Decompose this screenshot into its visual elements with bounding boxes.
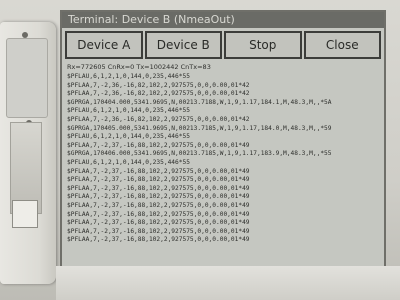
close-button[interactable]: Close xyxy=(303,31,381,59)
log-line: $PFLAA,7,-2,36,-16,82,102,2,927575,0,0,0… xyxy=(67,115,250,123)
log-line: $GPRGA,170405.000,5341.9695,N,00213.7185… xyxy=(67,124,332,132)
log-line: $PFLAA,7,-2,37,-16,88,102,2,927575,0,0,0… xyxy=(67,201,250,209)
log-line: $PFLAA,7,-2,37,-16,88,102,2,927575,0,0,0… xyxy=(67,227,250,235)
log-line: $GPRGA,170406.000,5341.9695,N,00213.7185… xyxy=(67,150,332,158)
log-line: $PFLAA,7,-2,37,-16,88,102,2,927575,0,0,0… xyxy=(67,176,250,184)
nmea-log[interactable]: $PFLAU,6,1,2,1,0,144,0,235,446*55 $PFLAA,… xyxy=(62,73,384,245)
log-line: $PFLAA,7,-2,36,-16,82,102,2,927575,0,0,0… xyxy=(67,81,250,89)
traffic-counters: Rx=772605 CnRx=0 Tx=1002442 CnTx=83 xyxy=(67,63,211,71)
log-line: $PFLAU,6,1,2,1,0,144,0,235,446*55 xyxy=(67,133,190,141)
device-housing-top xyxy=(6,38,48,118)
device-frame-bottom xyxy=(56,266,400,300)
log-line: $PFLAU,6,1,2,1,0,144,0,235,446*55 xyxy=(67,107,190,115)
log-line: $PFLAA,7,-2,37,-16,88,102,2,927575,0,0,0… xyxy=(67,236,250,244)
toolbar: Device A Device B Stop Close xyxy=(62,28,384,59)
log-line: $PFLAA,7,-2,37,-16,88,102,2,927575,0,0,0… xyxy=(67,167,250,175)
log-line: $PFLAU,6,1,2,1,0,144,0,235,446*55 xyxy=(67,73,190,80)
log-line: $GPRGA,170404.000,5341.9695,N,00213.7188… xyxy=(67,98,332,106)
log-line: $PFLAA,7,-2,37,-16,88,102,2,927575,0,0,0… xyxy=(67,219,250,227)
device-screw xyxy=(22,32,28,38)
terminal-screen: Terminal: Device B (NmeaOut) Device A De… xyxy=(60,10,386,269)
stop-button[interactable]: Stop xyxy=(224,31,302,59)
window-title: Terminal: Device B (NmeaOut) xyxy=(62,12,384,28)
log-line: $PFLAU,6,1,2,1,0,144,0,235,446*55 xyxy=(67,158,190,166)
log-line: $PFLAA,7,-2,37,-16,88,102,2,927575,0,0,0… xyxy=(67,141,250,149)
log-line: $PFLAA,7,-2,37,-16,88,102,2,927575,0,0,0… xyxy=(67,193,250,201)
device-connector xyxy=(12,200,38,228)
log-line: $PFLAA,7,-2,36,-16,82,102,2,927575,0,0,0… xyxy=(67,90,250,98)
log-line: $PFLAA,7,-2,37,-16,88,102,2,927575,0,0,0… xyxy=(67,184,250,192)
device-b-button[interactable]: Device B xyxy=(144,31,222,59)
device-a-button[interactable]: Device A xyxy=(65,31,143,59)
attached-device xyxy=(0,22,56,284)
log-line: $PFLAA,7,-2,37,-16,88,102,2,927575,0,0,0… xyxy=(67,210,250,218)
